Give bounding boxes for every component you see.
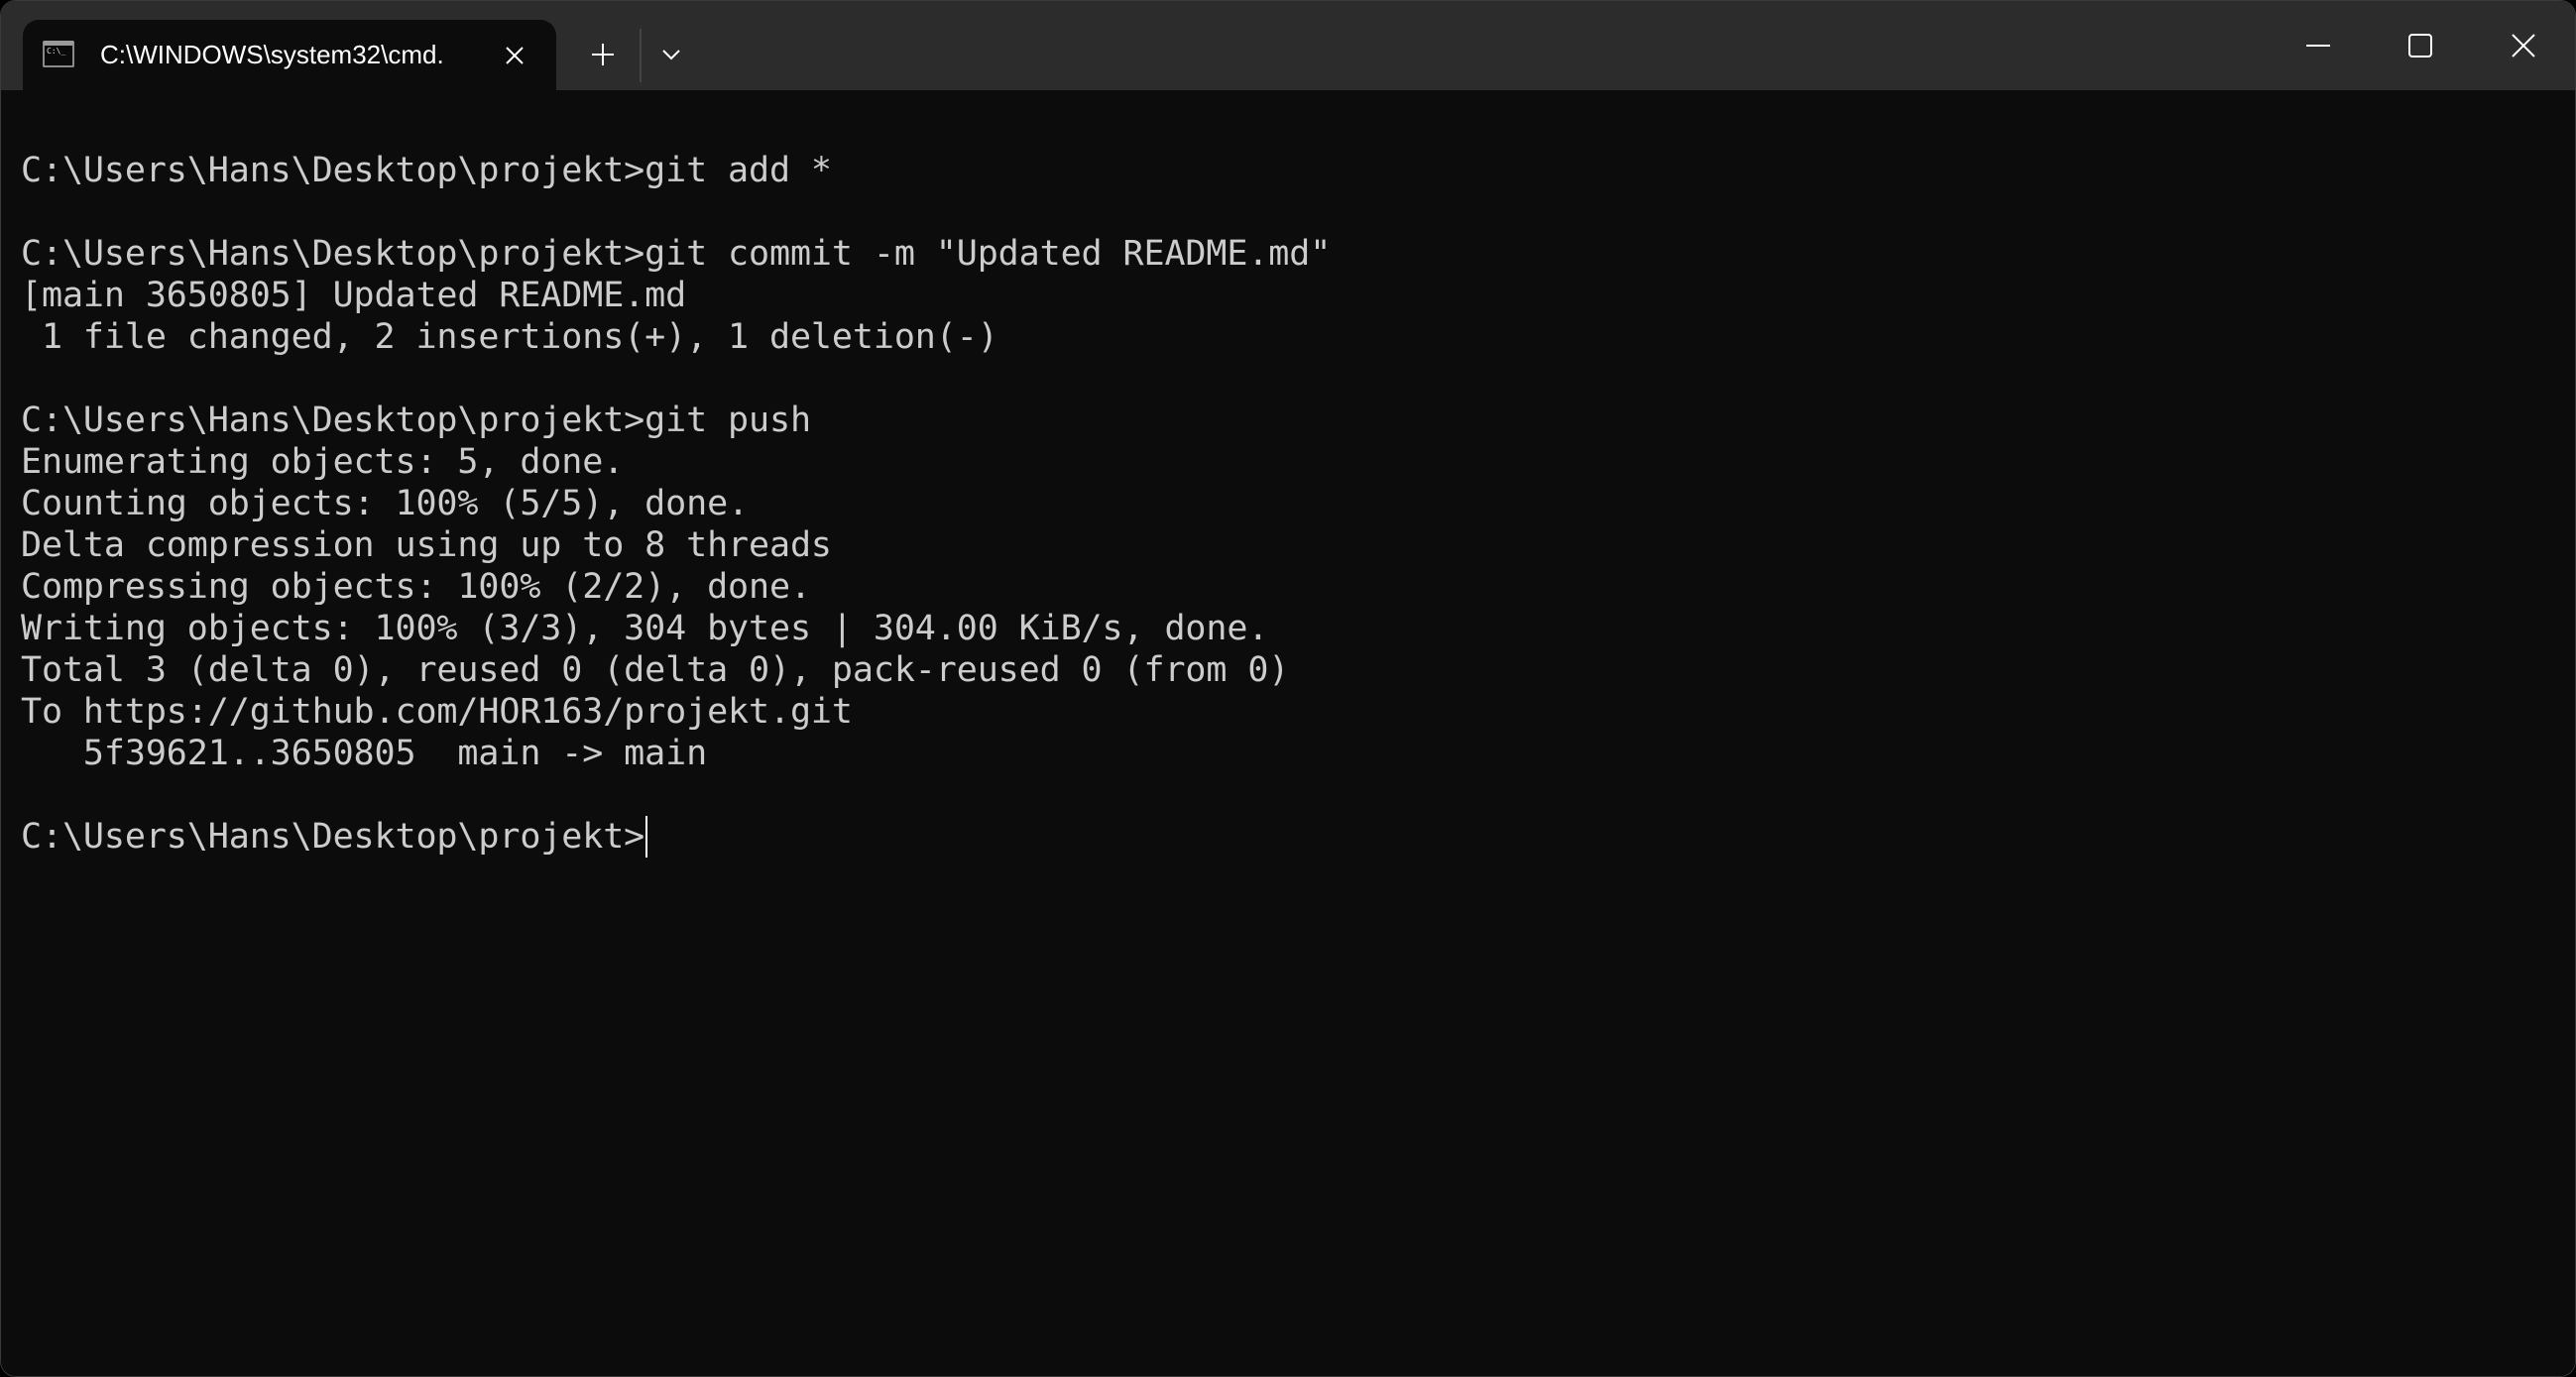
terminal-line: To https://github.com/HOR163/projekt.git — [21, 692, 853, 732]
title-bar[interactable]: C:\_ C:\WINDOWS\system32\cmd. — [1, 1, 2575, 90]
minimize-icon — [2306, 45, 2330, 47]
tab-title: C:\WINDOWS\system32\cmd. — [100, 40, 444, 69]
minimize-button[interactable] — [2269, 1, 2368, 90]
close-icon — [2512, 34, 2535, 57]
terminal-line: Counting objects: 100% (5/5), done. — [21, 484, 750, 523]
terminal-line: [main 3650805] Updated README.md — [21, 276, 687, 315]
terminal-line: Delta compression using up to 8 threads — [21, 525, 832, 565]
maximize-button[interactable] — [2371, 1, 2470, 90]
plus-icon — [592, 44, 614, 65]
terminal-window: C:\_ C:\WINDOWS\system32\cmd. C:\Users\H… — [0, 0, 2576, 1377]
close-window-button[interactable] — [2474, 1, 2573, 90]
terminal-line: Enumerating objects: 5, done. — [21, 442, 625, 482]
new-tab-button[interactable] — [580, 35, 626, 74]
tab-cmd[interactable]: C:\_ C:\WINDOWS\system32\cmd. — [23, 20, 556, 90]
terminal-line: Total 3 (delta 0), reused 0 (delta 0), p… — [21, 650, 1290, 690]
terminal-line: Writing objects: 100% (3/3), 304 bytes |… — [21, 609, 1269, 648]
terminal-line: 5f39621..3650805 main -> main — [21, 734, 708, 773]
terminal-prompt: C:\Users\Hans\Desktop\projekt> — [21, 817, 645, 857]
cmd-icon-prompt: C:\_ — [47, 47, 66, 56]
terminal-line: Compressing objects: 100% (2/2), done. — [21, 567, 811, 607]
terminal-line: C:\Users\Hans\Desktop\projekt>git push — [21, 401, 811, 440]
terminal-output[interactable]: C:\Users\Hans\Desktop\projekt>git add * … — [1, 90, 2575, 1376]
tab-separator — [640, 29, 642, 82]
close-icon — [506, 47, 524, 64]
tab-close-button[interactable] — [497, 38, 532, 73]
chevron-down-icon — [662, 50, 680, 60]
terminal-prompt-line[interactable]: C:\Users\Hans\Desktop\projekt> — [21, 816, 2575, 858]
terminal-line: 1 file changed, 2 insertions(+), 1 delet… — [21, 317, 998, 357]
text-cursor — [645, 816, 648, 858]
maximize-icon — [2408, 34, 2432, 57]
terminal-line: C:\Users\Hans\Desktop\projekt>git add * — [21, 151, 832, 190]
tab-dropdown-button[interactable] — [650, 35, 692, 74]
terminal-line: C:\Users\Hans\Desktop\projekt>git commit… — [21, 234, 1332, 274]
cmd-terminal-icon: C:\_ — [43, 41, 74, 67]
